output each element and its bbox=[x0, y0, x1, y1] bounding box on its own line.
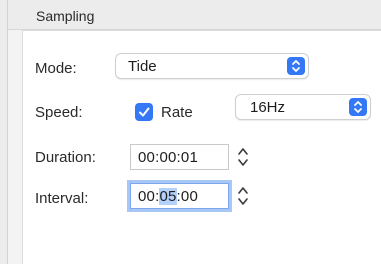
duration-label: Duration: bbox=[35, 149, 96, 166]
rate-checkbox[interactable] bbox=[135, 103, 153, 121]
sampling-settings-box: Mode: Tide Speed: Rate 16Hz Duration: 00… bbox=[22, 30, 381, 264]
up-down-chevron-icon bbox=[287, 57, 305, 75]
up-down-chevron-icon bbox=[349, 98, 367, 116]
interval-value: 00:05:00 bbox=[138, 188, 198, 205]
duration-value: 00:00:01 bbox=[138, 149, 198, 166]
interval-stepper[interactable] bbox=[235, 183, 251, 209]
interval-suffix: :00 bbox=[176, 188, 198, 205]
group-header: Sampling bbox=[8, 0, 381, 30]
mode-popup[interactable]: Tide bbox=[115, 53, 309, 79]
sampling-panel: Sampling Mode: Tide Speed: Rate 16Hz Dur… bbox=[7, 0, 381, 264]
interval-label: Interval: bbox=[35, 190, 89, 207]
rate-label: Rate bbox=[161, 104, 193, 121]
rate-popup[interactable]: 16Hz bbox=[235, 94, 371, 120]
mode-label: Mode: bbox=[35, 60, 77, 77]
group-title: Sampling bbox=[36, 8, 95, 24]
mode-value: Tide bbox=[128, 58, 157, 75]
checkmark-icon bbox=[139, 107, 150, 117]
interval-field[interactable]: 00:05:00 bbox=[130, 183, 229, 209]
duration-field[interactable]: 00:00:01 bbox=[130, 144, 229, 170]
duration-stepper[interactable] bbox=[235, 144, 251, 170]
speed-label: Speed: bbox=[35, 104, 83, 121]
interval-selected-segment: 05 bbox=[159, 188, 177, 205]
rate-value: 16Hz bbox=[250, 99, 286, 116]
interval-prefix: 00: bbox=[138, 188, 160, 205]
